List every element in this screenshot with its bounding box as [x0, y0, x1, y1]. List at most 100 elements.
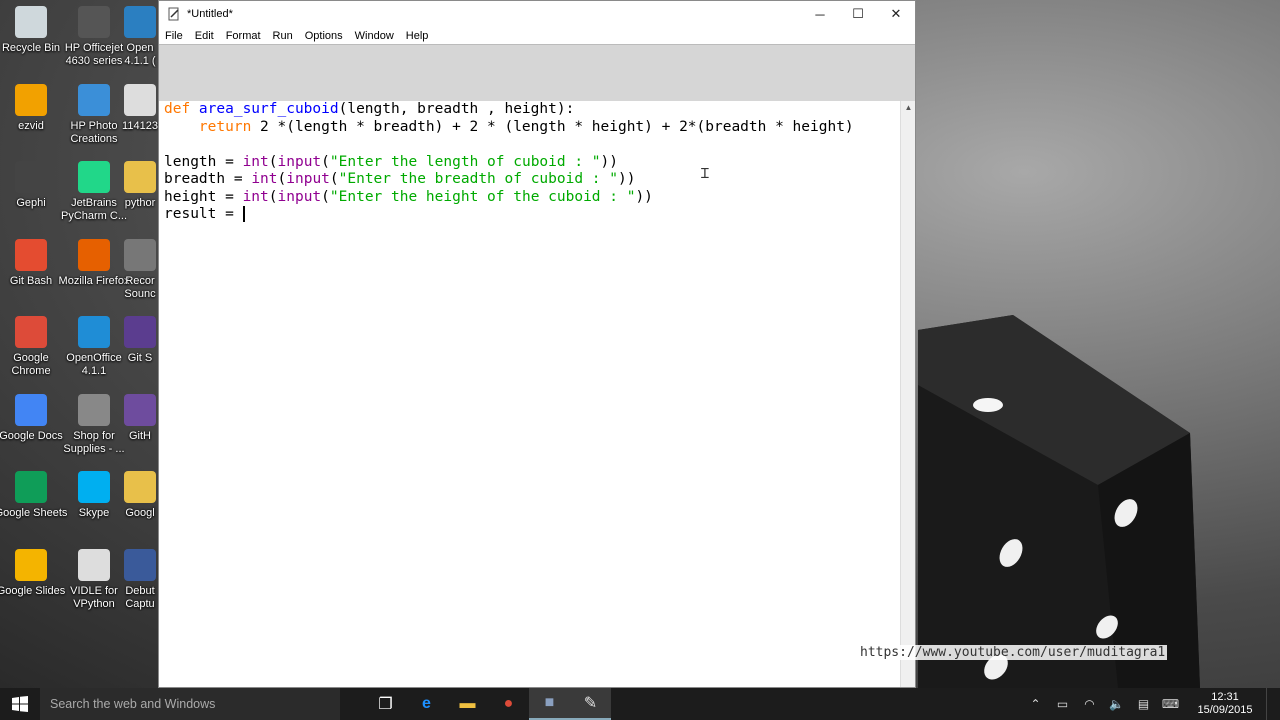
clock-time: 12:31 — [1211, 691, 1239, 703]
taskbar-apps: ❐ e ▬ ● ■ ✎ — [365, 688, 611, 720]
git-bash-icon — [15, 238, 47, 271]
vertical-scrollbar[interactable]: ▲ — [900, 101, 915, 687]
code-token: (length, breadth , height): — [338, 101, 575, 117]
clock-date: 15/09/2015 — [1197, 704, 1253, 716]
idle-editor-window[interactable]: *Untitled* ─ ☐ ✕ File Edit Format Run Op… — [158, 0, 916, 688]
desktop-icon[interactable]: Git S — [120, 316, 160, 365]
youtube-watermark: https://www.youtube.com/user/muditagra1 — [858, 645, 1168, 660]
desktop-icon[interactable]: Recor Sounc — [120, 238, 160, 301]
battery-icon[interactable]: ▭ — [1049, 688, 1076, 720]
code-token: int — [242, 153, 269, 170]
code-token: "Enter the length of cuboid : " — [329, 153, 601, 170]
menu-file[interactable]: File — [159, 30, 189, 42]
file-icon — [124, 83, 156, 116]
code-token: "Enter the breadth of cuboid : " — [338, 171, 618, 187]
text-caret — [242, 206, 245, 222]
desktop-icon[interactable]: 114123 — [120, 83, 160, 133]
code-token: breadth = — [164, 171, 252, 187]
volume-icon[interactable]: 🔈 — [1103, 688, 1130, 720]
record-icon[interactable]: ■ — [529, 688, 570, 720]
desktop-icon-label: Recor Sounc — [124, 274, 156, 300]
maximize-button[interactable]: ☐ — [839, 1, 877, 27]
code-token: height = — [164, 188, 243, 205]
vidle-icon — [78, 548, 110, 581]
menu-help[interactable]: Help — [400, 30, 435, 42]
desktop-icon-label: pythor — [124, 197, 156, 209]
desktop-icon-label: Debut Captu — [125, 584, 155, 610]
edge-icon[interactable]: e — [406, 688, 447, 720]
code-token: result = — [164, 206, 243, 222]
desktop-icon[interactable]: Open 4.1.1 ( — [120, 6, 160, 68]
desktop-icon-label: Open 4.1.1 ( — [124, 42, 156, 67]
scroll-up-icon[interactable]: ▲ — [901, 101, 916, 113]
printer-icon — [78, 393, 110, 426]
firefox-icon — [78, 238, 110, 271]
code-token: 2 *(length * breadth) + 2 * (length * he… — [251, 118, 854, 135]
menu-options[interactable]: Options — [299, 30, 349, 42]
ezvid-icon — [15, 83, 47, 116]
code-token: input — [286, 171, 330, 187]
desktop-icon[interactable]: Debut Captu — [120, 548, 160, 611]
menu-window[interactable]: Window — [349, 30, 400, 42]
code-editor[interactable]: def area_surf_cuboid(length, breadth , h… — [159, 101, 901, 687]
notification-icon[interactable]: ▤ — [1130, 688, 1157, 720]
chevron-up-icon[interactable]: ⌃ — [1022, 688, 1049, 720]
code-line: def area_surf_cuboid(length, breadth , h… — [164, 101, 901, 119]
start-button[interactable] — [0, 688, 40, 720]
wifi-icon[interactable]: ◠ — [1076, 688, 1103, 720]
close-button[interactable]: ✕ — [877, 1, 915, 27]
code-token: )) — [600, 153, 618, 170]
taskbar-search[interactable]: Search the web and Windows — [40, 688, 340, 720]
title-bar[interactable]: *Untitled* ─ ☐ ✕ — [159, 1, 915, 27]
code-token: ( — [268, 188, 278, 205]
github-icon — [124, 393, 156, 426]
code-token: ( — [277, 171, 287, 187]
code-token: ( — [321, 188, 330, 205]
task-view-icon[interactable]: ❐ — [365, 688, 406, 720]
code-line: result = — [164, 206, 901, 224]
code-token: int — [242, 188, 269, 205]
menu-format[interactable]: Format — [220, 30, 267, 42]
menu-bar: File Edit Format Run Options Window Help — [159, 27, 915, 44]
code-line: height = int(input("Enter the height of … — [164, 189, 901, 207]
pycharm-icon — [78, 161, 110, 193]
git-shell-icon — [124, 316, 156, 348]
idle-icon[interactable]: ✎ — [570, 688, 611, 720]
desktop-icon[interactable]: GitH — [120, 393, 160, 443]
idle-app-icon — [168, 7, 179, 21]
chrome-icon[interactable]: ● — [488, 688, 529, 720]
code-token: ( — [268, 153, 278, 170]
code-token: int — [251, 171, 278, 187]
show-desktop-button[interactable] — [1266, 688, 1280, 720]
google-slides-icon — [15, 548, 47, 581]
code-line: breadth = int(input("Enter the breadth o… — [164, 171, 901, 189]
text-cursor-icon: Ɪ — [701, 166, 709, 182]
openoffice-icon — [78, 316, 110, 348]
code-token: )) — [618, 171, 636, 187]
desktop-icon-label: Googl — [125, 507, 155, 519]
code-token: area_surf_cuboid — [198, 101, 339, 117]
code-line: length = int(input("Enter the length of … — [164, 154, 901, 172]
google-docs-icon — [15, 393, 47, 426]
menu-run[interactable]: Run — [267, 30, 299, 42]
menu-edit[interactable]: Edit — [189, 30, 220, 42]
file-explorer-icon[interactable]: ▬ — [447, 688, 488, 720]
desktop-icon[interactable]: pythor — [120, 161, 160, 210]
taskbar: Search the web and Windows ❐ e ▬ ● ■ ✎ ⌃ ▭ ◠ … — [0, 688, 1280, 720]
skype-icon — [78, 471, 110, 503]
keyboard-icon[interactable]: ⌨ — [1157, 688, 1184, 720]
code-token: ( — [321, 153, 330, 170]
clock[interactable]: 12:31 15/09/2015 — [1184, 691, 1266, 717]
code-token: )) — [635, 188, 653, 205]
chrome-icon — [15, 316, 47, 348]
code-token: ( — [329, 171, 339, 187]
toolbar-area — [159, 44, 915, 101]
printer-icon — [78, 6, 110, 38]
desktop-icon-label: Git S — [127, 352, 153, 364]
recycle-bin-icon — [15, 6, 47, 38]
desktop-icon[interactable]: Googl — [120, 471, 160, 520]
folder-icon — [124, 161, 156, 193]
minimize-button[interactable]: ─ — [801, 1, 839, 27]
code-token: "Enter the height of the cuboid : " — [329, 188, 636, 205]
